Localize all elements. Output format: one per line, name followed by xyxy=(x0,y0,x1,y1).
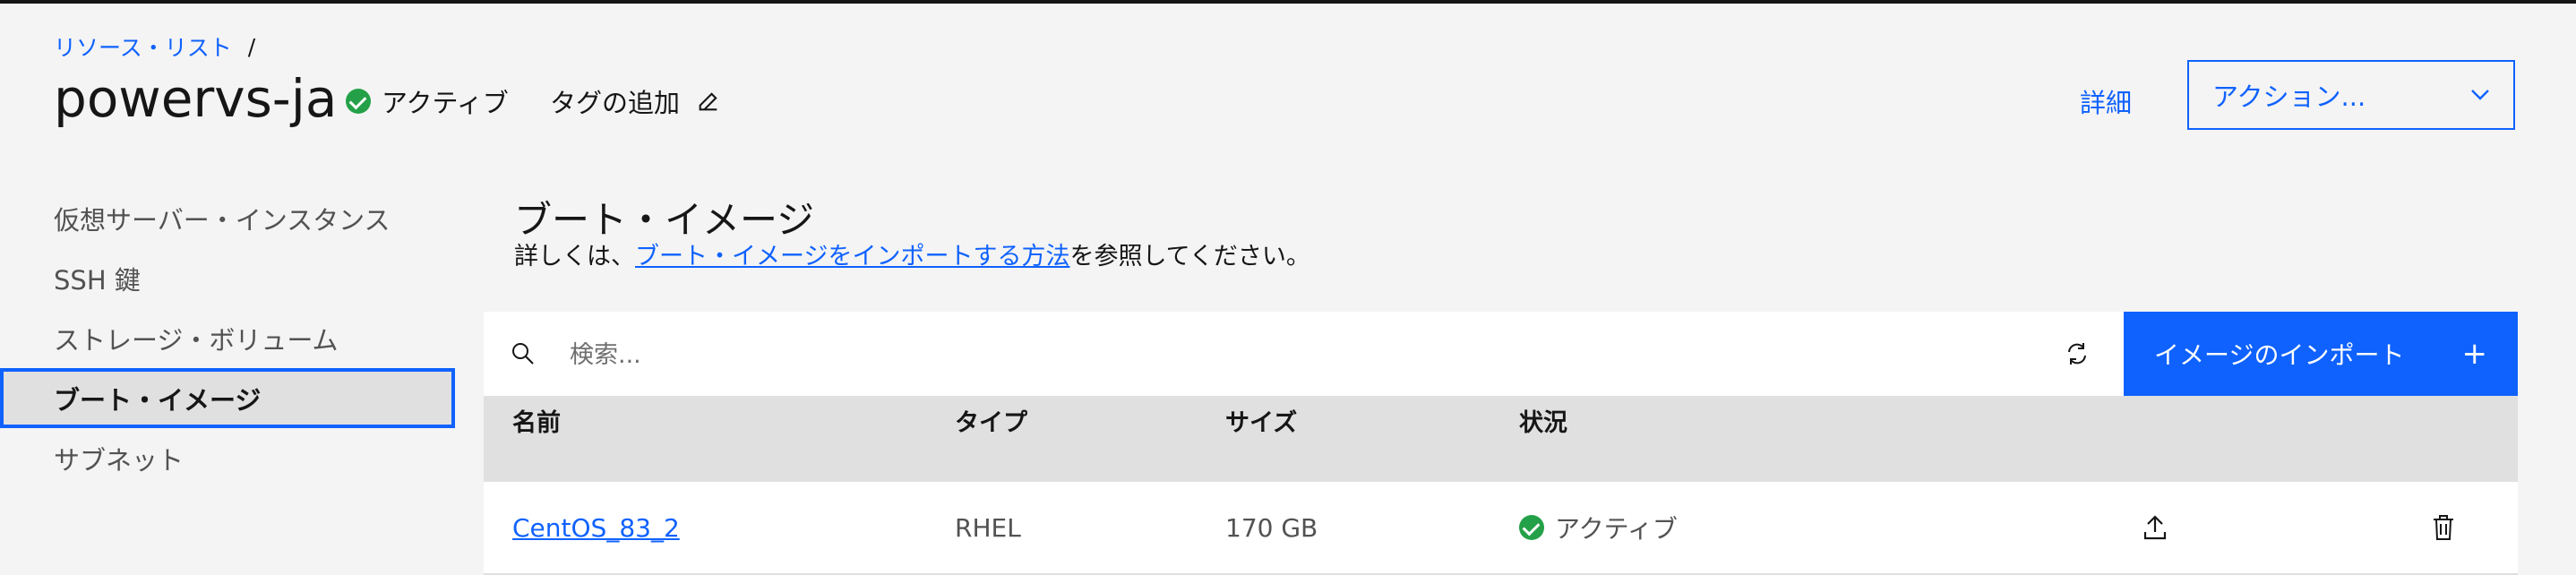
sidebar-item-label: サブネット xyxy=(54,444,185,476)
add-tags-button[interactable]: タグの追加 xyxy=(550,82,721,120)
image-name-link[interactable]: CentOS_83_2 xyxy=(512,513,680,543)
top-border xyxy=(0,0,2576,4)
status-badge: アクティブ xyxy=(346,82,509,120)
boot-images-table: 名前 タイプ サイズ 状況 CentOS_83_2 RHEL 170 GB アク… xyxy=(484,396,2518,575)
description-suffix: を参照してください。 xyxy=(1069,243,1310,270)
sidebar-item-boot-images[interactable]: ブート・イメージ xyxy=(0,368,455,428)
edit-icon xyxy=(699,92,717,111)
breadcrumb-separator: / xyxy=(247,33,256,60)
import-howto-link[interactable]: ブート・イメージをインポートする方法 xyxy=(635,243,1069,270)
table-row: CentOS_83_2 RHEL 170 GB アクティブ xyxy=(484,482,2518,575)
cell-size: 170 GB xyxy=(1225,512,1318,543)
add-tags-label: タグの追加 xyxy=(550,88,681,118)
sidebar: 仮想サーバー・インスタンス SSH 鍵 ストレージ・ボリューム ブート・イメージ… xyxy=(0,188,455,488)
sidebar-item-storage-volumes[interactable]: ストレージ・ボリューム xyxy=(0,308,455,368)
import-image-button[interactable]: イメージのインポート + xyxy=(2124,312,2518,396)
page-title: powervs-ja xyxy=(54,68,338,129)
trash-icon xyxy=(2434,515,2453,540)
actions-dropdown[interactable]: アクション... xyxy=(2187,60,2515,130)
upload-icon xyxy=(2143,515,2167,540)
sidebar-item-label: ストレージ・ボリューム xyxy=(54,324,339,356)
plus-icon: + xyxy=(2461,336,2488,372)
sidebar-item-virtual-server-instances[interactable]: 仮想サーバー・インスタンス xyxy=(0,188,455,248)
sidebar-item-label: 仮想サーバー・インスタンス xyxy=(54,204,391,236)
export-button[interactable] xyxy=(2142,482,2168,573)
delete-button[interactable] xyxy=(2431,482,2456,573)
status-label: アクティブ xyxy=(382,88,509,118)
row-status-label: アクティブ xyxy=(1555,514,1678,544)
refresh-icon[interactable] xyxy=(2064,340,2091,367)
actions-label: アクション... xyxy=(2212,82,2366,112)
check-circle-icon xyxy=(346,89,371,114)
search-input[interactable] xyxy=(568,331,1969,378)
sidebar-item-label: SSH 鍵 xyxy=(54,264,141,296)
table-toolbar xyxy=(484,312,2124,396)
chevron-down-icon xyxy=(2471,90,2489,100)
column-header-size[interactable]: サイズ xyxy=(1225,403,1297,438)
search-icon xyxy=(512,343,534,365)
import-image-label: イメージのインポート xyxy=(2154,340,2405,370)
sidebar-item-ssh-keys[interactable]: SSH 鍵 xyxy=(0,248,455,308)
sidebar-item-subnets[interactable]: サブネット xyxy=(0,428,455,488)
cell-type: RHEL xyxy=(955,512,1021,543)
column-header-status[interactable]: 状況 xyxy=(1519,403,1567,438)
description-prefix: 詳しくは、 xyxy=(514,243,635,270)
check-circle-icon xyxy=(1519,515,1544,540)
section-description: 詳しくは、ブート・イメージをインポートする方法を参照してください。 xyxy=(514,236,1310,271)
table-header: 名前 タイプ サイズ 状況 xyxy=(484,396,2518,482)
column-header-name[interactable]: 名前 xyxy=(512,403,561,438)
column-header-type[interactable]: タイプ xyxy=(955,403,1027,438)
breadcrumb-resource-list-link[interactable]: リソース・リスト xyxy=(54,30,232,63)
cell-status: アクティブ xyxy=(1519,482,1678,573)
details-link[interactable]: 詳細 xyxy=(2080,82,2132,120)
sidebar-item-label: ブート・イメージ xyxy=(54,384,262,416)
cell-name: CentOS_83_2 xyxy=(512,482,680,573)
breadcrumb: リソース・リスト / xyxy=(54,30,255,63)
